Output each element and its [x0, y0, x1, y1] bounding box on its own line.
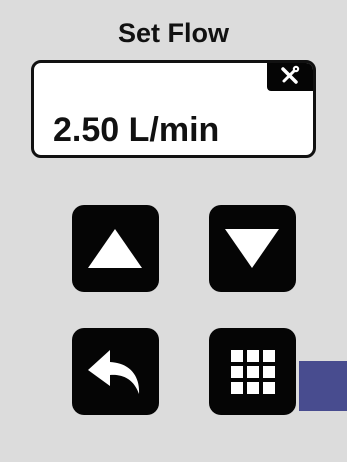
triangle-up-icon	[88, 229, 142, 268]
undo-arrow-icon	[88, 350, 140, 394]
accent-block	[299, 361, 347, 411]
increase-button[interactable]	[72, 205, 159, 292]
page-title: Set Flow	[117, 18, 229, 48]
keypad-grid-icon	[231, 350, 275, 394]
keypad-button[interactable]	[209, 328, 296, 415]
triangle-down-icon	[225, 229, 279, 268]
back-button[interactable]	[72, 328, 159, 415]
flow-value: 2.50 L/min	[53, 111, 220, 149]
wrench-screwdriver-icon	[281, 65, 300, 84]
settings-button[interactable]	[267, 63, 313, 91]
flow-value-display: 2.50 L/min	[31, 60, 316, 158]
decrease-button[interactable]	[209, 205, 296, 292]
